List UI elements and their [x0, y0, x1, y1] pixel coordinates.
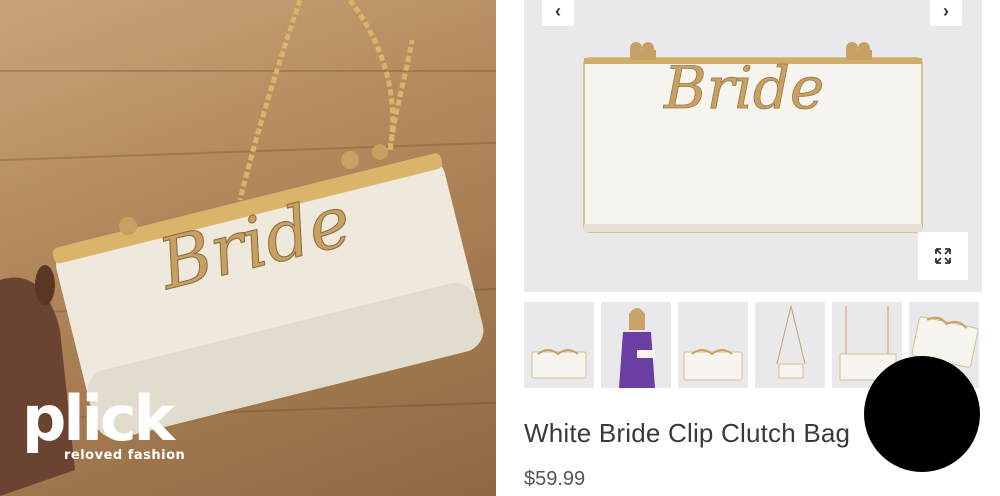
expand-image-button[interactable] [918, 232, 968, 280]
brand-wordmark: plick [22, 382, 175, 455]
plick-logo: plick reloved fashion [22, 382, 186, 464]
user-photo: Bride plick reloved fashion [0, 0, 496, 496]
redaction-overlay [864, 356, 980, 472]
product-title: White Bride Clip Clutch Bag [524, 418, 851, 448]
gallery-next-button[interactable]: › [930, 0, 962, 26]
gallery-prev-button[interactable]: ‹ [542, 0, 574, 26]
bride-lettering-main: Bride [663, 54, 824, 122]
product-price: $59.99 [524, 468, 586, 490]
chevron-left-icon: ‹ [555, 0, 561, 21]
thumbnail-3[interactable] [678, 302, 748, 388]
thumbnail-1[interactable] [524, 302, 594, 388]
thumbnail-4[interactable] [755, 302, 825, 388]
main-product-image: Bride [583, 42, 923, 233]
chevron-right-icon: › [943, 0, 949, 21]
brand-tagline: reloved fashion [64, 448, 186, 463]
screenshot: Bride plick reloved fashion Bride ‹ › Wh… [0, 0, 1000, 496]
product-gallery: Bride ‹ › [524, 0, 982, 292]
thumbnail-2[interactable] [601, 302, 671, 388]
expand-arrows-icon [935, 248, 951, 264]
